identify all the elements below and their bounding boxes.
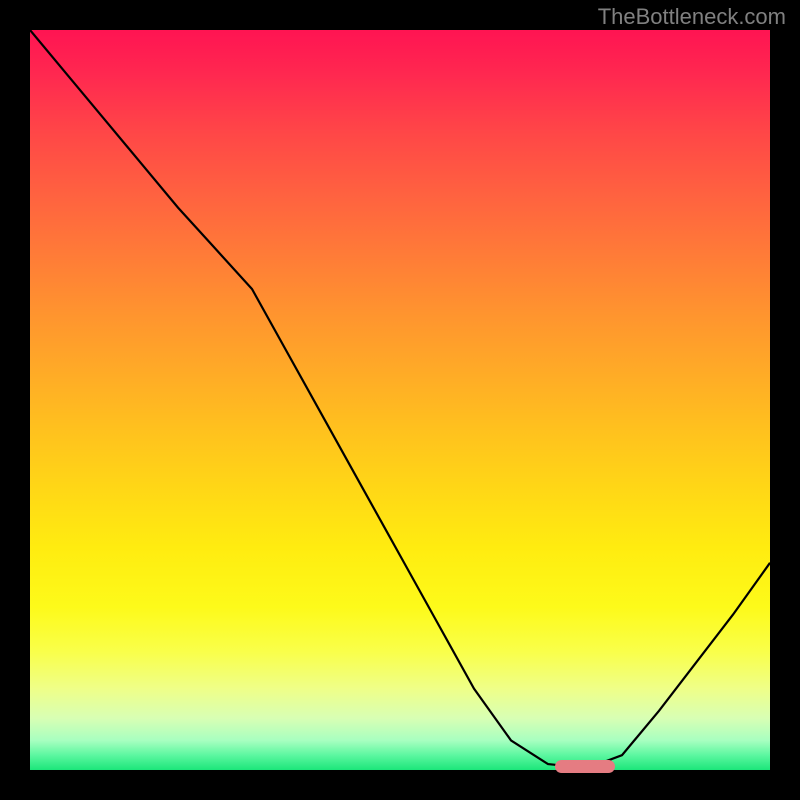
curve-path: [30, 30, 770, 766]
watermark-text: TheBottleneck.com: [598, 4, 786, 30]
plot-area: [30, 30, 770, 770]
bottleneck-curve: [30, 30, 770, 770]
minimum-marker: [555, 760, 614, 773]
